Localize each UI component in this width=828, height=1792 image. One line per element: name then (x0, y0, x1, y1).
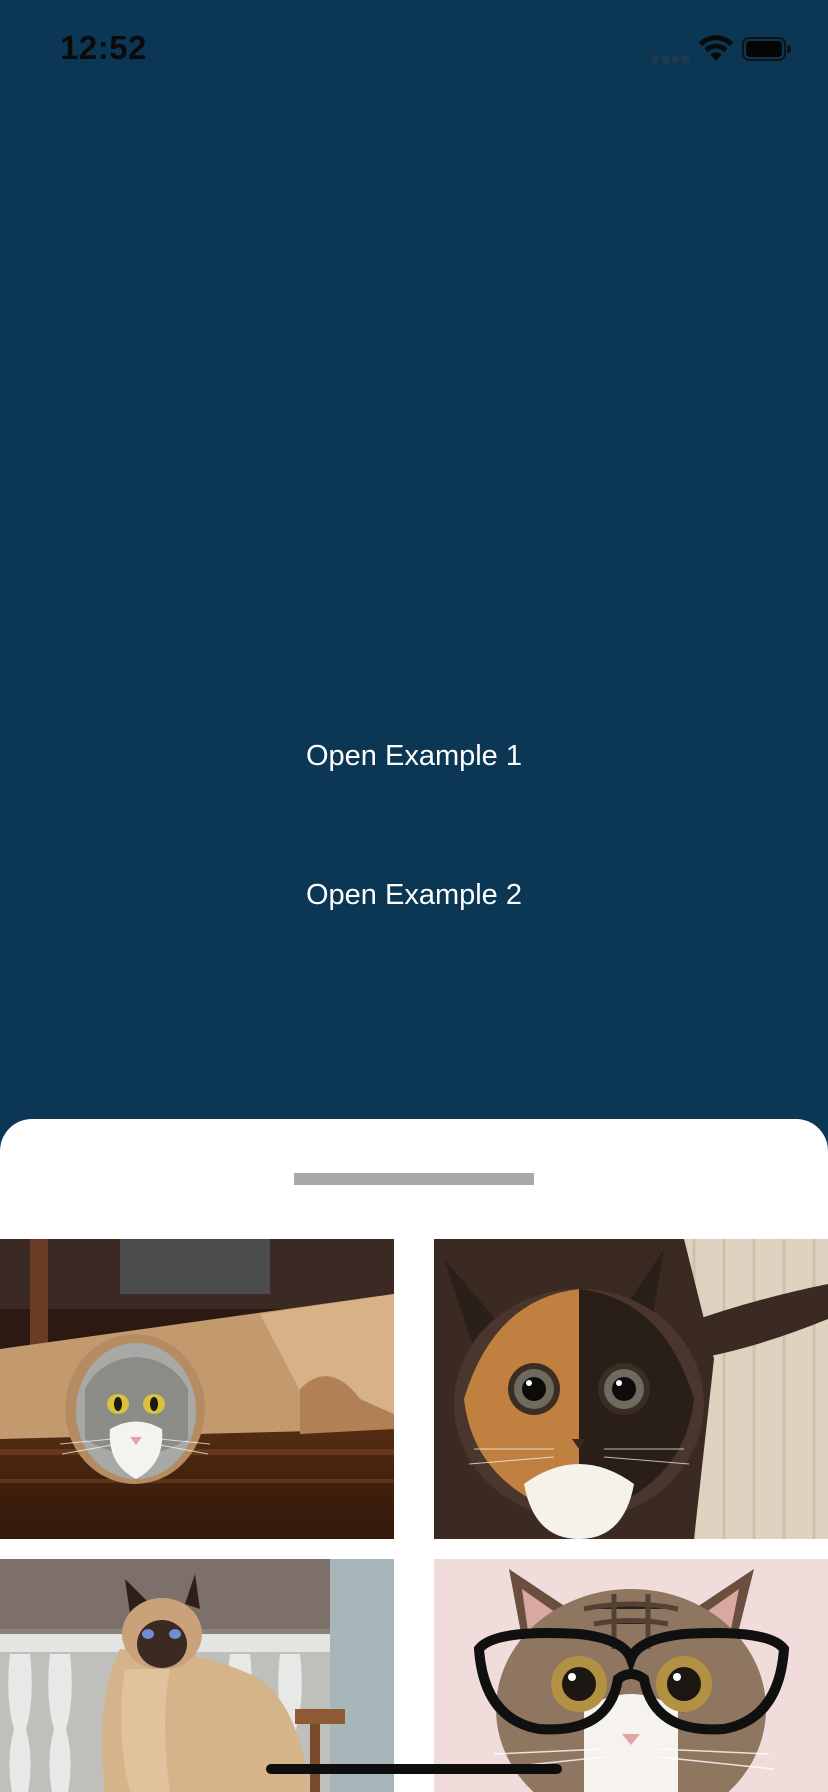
signal-icon (652, 55, 690, 63)
status-time: 12:52 (60, 29, 147, 66)
open-example-2-button[interactable]: Open Example 2 (214, 863, 614, 927)
battery-icon (742, 37, 791, 61)
home-indicator[interactable] (266, 1764, 562, 1774)
cat-photo-paper-roll[interactable] (0, 1239, 394, 1539)
open-example-1-button[interactable]: Open Example 1 (214, 724, 614, 788)
cat-photo-siamese[interactable] (0, 1559, 394, 1792)
cat-photo-glasses[interactable] (434, 1559, 828, 1792)
status-bar: 12:52 (0, 0, 828, 100)
cat-photo-calico-kitten[interactable] (434, 1239, 828, 1539)
wifi-icon (698, 34, 734, 62)
bottom-sheet[interactable] (0, 1119, 828, 1792)
sheet-drag-handle[interactable] (294, 1173, 534, 1185)
